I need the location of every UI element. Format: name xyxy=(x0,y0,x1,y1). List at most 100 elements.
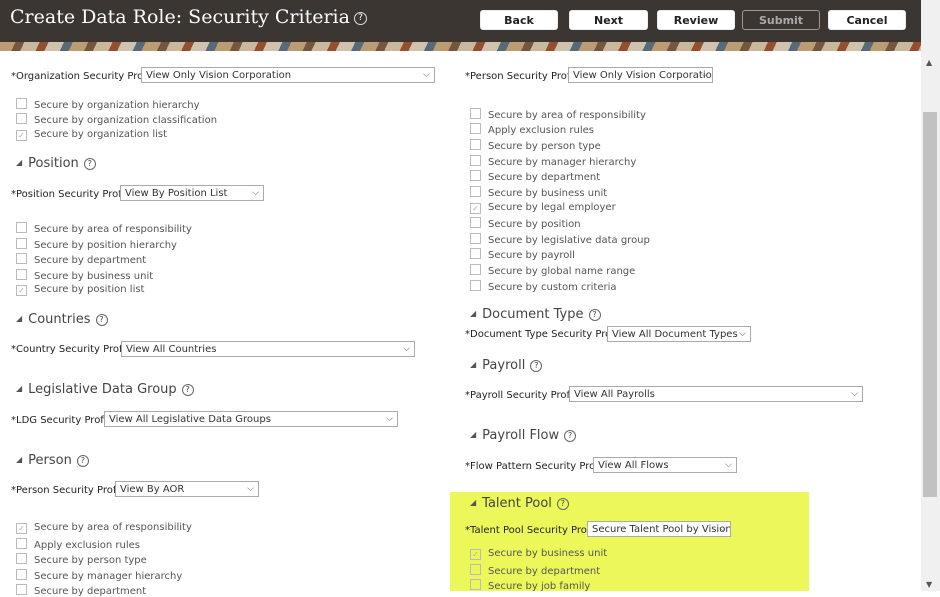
checkbox-box[interactable] xyxy=(470,264,481,275)
collapse-triangle-icon[interactable]: ◢ xyxy=(470,360,476,369)
doc-profile-select[interactable]: View All Document Types ⌵ xyxy=(607,326,751,342)
checkbox-pos-aor[interactable]: Secure by area of responsibility xyxy=(16,222,192,235)
ldg-profile-select[interactable]: View All Legislative Data Groups ⌵ xyxy=(104,411,398,427)
person-profile-select[interactable]: View By AOR ⌵ xyxy=(115,481,259,497)
checkbox-r-exclusion[interactable]: Apply exclusion rules xyxy=(470,123,594,136)
checkbox-pos-department[interactable]: Secure by department xyxy=(16,253,146,266)
section-position[interactable]: ◢ Position? xyxy=(16,156,96,171)
checkbox-person-type[interactable]: Secure by person type xyxy=(16,553,147,566)
scroll-up-icon[interactable]: ▲ xyxy=(926,58,932,67)
scrollbar-thumb[interactable] xyxy=(923,112,937,497)
checkbox-box[interactable] xyxy=(16,253,27,264)
check-icon[interactable]: ✓ xyxy=(16,523,27,534)
help-icon[interactable]: ? xyxy=(564,430,577,442)
collapse-triangle-icon[interactable]: ◢ xyxy=(16,314,22,323)
help-icon[interactable]: ? xyxy=(181,384,194,396)
checkbox-box[interactable] xyxy=(470,155,481,166)
submit-button[interactable]: Submit xyxy=(742,10,820,30)
checkbox-r-department[interactable]: Secure by department xyxy=(470,170,600,183)
help-icon[interactable]: ? xyxy=(76,455,89,467)
section-person[interactable]: ◢ Person? xyxy=(16,453,89,468)
check-icon[interactable]: ✓ xyxy=(470,549,481,560)
check-icon[interactable]: ✓ xyxy=(16,285,27,296)
talent-profile-select[interactable]: Secure Talent Pool by Vision ⌵ xyxy=(587,521,731,537)
help-icon[interactable]: ? xyxy=(95,314,108,326)
section-talent-pool[interactable]: ◢ Talent Pool? xyxy=(470,496,569,511)
checkbox-box[interactable] xyxy=(470,280,481,291)
checkbox-r-manager[interactable]: Secure by manager hierarchy xyxy=(470,155,636,168)
help-icon[interactable]: ? xyxy=(530,360,543,372)
collapse-triangle-icon[interactable]: ◢ xyxy=(470,430,476,439)
checkbox-person-aor[interactable]: ✓ Secure by area of responsibility xyxy=(16,522,192,534)
checkbox-box[interactable] xyxy=(470,233,481,244)
check-icon[interactable]: ✓ xyxy=(470,203,481,214)
help-icon[interactable]: ? xyxy=(353,11,367,25)
checkbox-box[interactable] xyxy=(16,98,27,109)
org-profile-select[interactable]: View Only Vision Corporation ⌵ xyxy=(141,67,435,83)
checkbox-box[interactable] xyxy=(470,123,481,134)
checkbox-pos-list[interactable]: ✓ Secure by position list xyxy=(16,284,144,296)
checkbox-box[interactable] xyxy=(16,569,27,580)
country-profile-select[interactable]: View All Countries ⌵ xyxy=(121,341,415,357)
checkbox-r-person-type[interactable]: Secure by person type xyxy=(470,139,601,152)
payroll-profile-select[interactable]: View All Payrolls ⌵ xyxy=(569,386,863,402)
checkbox-r-bu[interactable]: Secure by business unit xyxy=(470,186,607,199)
checkbox-r-ldg[interactable]: Secure by legislative data group xyxy=(470,233,650,246)
checkbox-pos-bu[interactable]: Secure by business unit xyxy=(16,269,153,282)
checkbox-talent-bu[interactable]: ✓ Secure by business unit xyxy=(470,548,607,560)
checkbox-box[interactable] xyxy=(16,584,27,595)
checkbox-box[interactable] xyxy=(470,108,481,119)
next-button[interactable]: Next xyxy=(569,10,648,30)
collapse-triangle-icon[interactable]: ◢ xyxy=(470,309,476,318)
checkbox-box[interactable] xyxy=(16,269,27,280)
checkbox-r-position[interactable]: Secure by position xyxy=(470,217,581,230)
review-button[interactable]: Review xyxy=(657,10,735,30)
checkbox-box[interactable] xyxy=(470,186,481,197)
checkbox-r-aor[interactable]: Secure by area of responsibility xyxy=(470,108,646,121)
section-countries[interactable]: ◢ Countries? xyxy=(16,312,108,327)
scroll-down-icon[interactable]: ▼ xyxy=(926,580,932,589)
checkbox-pos-hierarchy[interactable]: Secure by position hierarchy xyxy=(16,238,177,251)
help-icon[interactable]: ? xyxy=(588,309,601,321)
collapse-triangle-icon[interactable]: ◢ xyxy=(16,158,22,167)
checkbox-r-custom[interactable]: Secure by custom criteria xyxy=(470,280,617,293)
collapse-triangle-icon[interactable]: ◢ xyxy=(16,384,22,393)
checkbox-box[interactable] xyxy=(470,248,481,259)
checkbox-box[interactable] xyxy=(470,139,481,150)
checkbox-org-hierarchy[interactable]: Secure by organization hierarchy xyxy=(16,98,200,111)
checkbox-r-global-name[interactable]: Secure by global name range xyxy=(470,264,635,277)
person-profile-select-right[interactable]: View Only Vision Corporatio ⌵ xyxy=(568,67,713,83)
checkbox-box[interactable] xyxy=(16,238,27,249)
collapse-triangle-icon[interactable]: ◢ xyxy=(16,455,22,464)
check-icon[interactable]: ✓ xyxy=(16,130,27,141)
checkbox-box[interactable] xyxy=(470,170,481,181)
checkbox-box[interactable] xyxy=(16,113,27,124)
checkbox-box[interactable] xyxy=(470,579,481,590)
checkbox-r-legal-employer[interactable]: ✓ Secure by legal employer xyxy=(470,202,616,214)
help-icon[interactable]: ? xyxy=(556,498,569,510)
vertical-scrollbar[interactable]: ▲ ▼ xyxy=(921,0,940,591)
checkbox-person-manager[interactable]: Secure by manager hierarchy xyxy=(16,569,182,582)
checkbox-org-classification[interactable]: Secure by organization classification xyxy=(16,113,217,126)
checkbox-box[interactable] xyxy=(16,553,27,564)
checkbox-box[interactable] xyxy=(16,538,27,549)
section-payroll[interactable]: ◢ Payroll? xyxy=(470,358,543,373)
section-ldg[interactable]: ◢ Legislative Data Group? xyxy=(16,382,194,397)
checkbox-label: Secure by job family xyxy=(488,581,591,592)
checkbox-box[interactable] xyxy=(470,564,481,575)
cancel-button[interactable]: Cancel xyxy=(828,10,906,30)
checkbox-org-list[interactable]: ✓ Secure by organization list xyxy=(16,129,167,141)
checkbox-box[interactable] xyxy=(16,222,27,233)
collapse-triangle-icon[interactable]: ◢ xyxy=(470,498,476,507)
help-icon[interactable]: ? xyxy=(83,158,96,170)
checkbox-talent-job-family[interactable]: Secure by job family xyxy=(470,579,590,592)
checkbox-talent-department[interactable]: Secure by department xyxy=(470,564,600,577)
checkbox-person-exclusion[interactable]: Apply exclusion rules xyxy=(16,538,140,551)
back-button[interactable]: Back xyxy=(480,10,558,30)
section-document-type[interactable]: ◢ Document Type? xyxy=(470,307,601,322)
checkbox-r-payroll[interactable]: Secure by payroll xyxy=(470,248,575,261)
position-profile-select[interactable]: View By Position List ⌵ xyxy=(120,185,264,201)
checkbox-box[interactable] xyxy=(470,217,481,228)
section-payroll-flow[interactable]: ◢ Payroll Flow? xyxy=(470,428,577,443)
flow-profile-select[interactable]: View All Flows ⌵ xyxy=(593,457,737,473)
